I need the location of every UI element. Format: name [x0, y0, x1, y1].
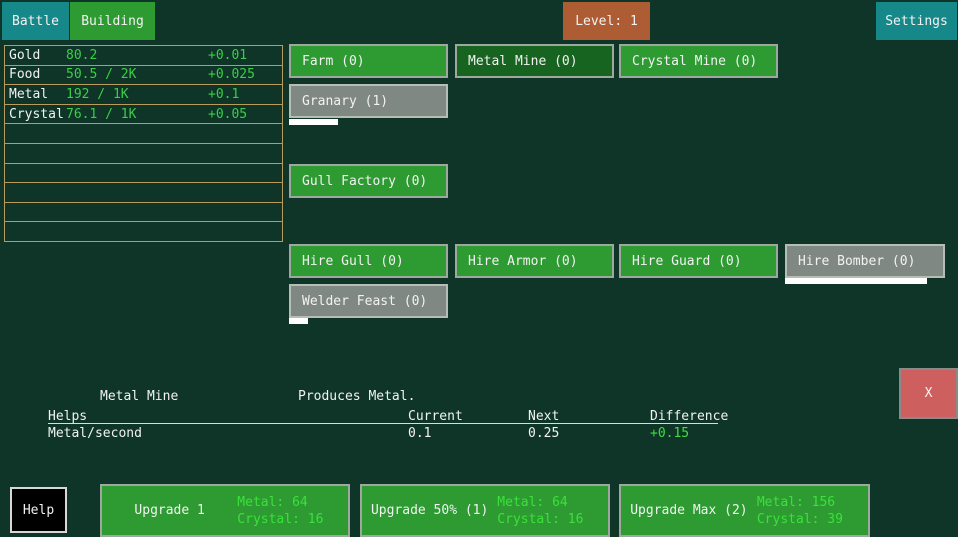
building-crystal-mine-button[interactable]: Crystal Mine (0)	[619, 44, 778, 78]
resource-table: Gold 80.2 +0.01 Food 50.5 / 2K +0.025 Me…	[4, 45, 283, 242]
settings-button[interactable]: Settings	[876, 2, 957, 40]
resource-row-metal: Metal 192 / 1K +0.1	[5, 85, 282, 105]
resource-row-gold: Gold 80.2 +0.01	[5, 46, 282, 66]
resource-name: Crystal	[5, 107, 66, 122]
upgrade-max-costs: Metal: 156 Crystal: 39	[757, 486, 868, 535]
resource-row-empty	[5, 124, 282, 144]
resource-row-empty	[5, 144, 282, 164]
granary-progress-bar	[289, 119, 448, 125]
detail-header-next: Next	[528, 409, 559, 424]
building-metal-mine-button[interactable]: Metal Mine (0)	[455, 44, 614, 78]
upgrade-cost-crystal: Crystal: 39	[757, 511, 868, 528]
upgrade-50pct-costs: Metal: 64 Crystal: 16	[497, 486, 608, 535]
building-farm-button[interactable]: Farm (0)	[289, 44, 448, 78]
building-granary-button[interactable]: Granary (1)	[289, 84, 448, 118]
upgrade-50pct-button[interactable]: Upgrade 50% (1) Metal: 64 Crystal: 16	[360, 484, 610, 537]
resource-row-empty	[5, 183, 282, 203]
upgrade-cost-metal: Metal: 156	[757, 494, 868, 511]
resource-rate: +0.05	[208, 107, 247, 122]
upgrade-cost-metal: Metal: 64	[237, 494, 348, 511]
upgrade-1-label: Upgrade 1	[102, 486, 237, 535]
close-button[interactable]: X	[899, 368, 958, 419]
resource-row-crystal: Crystal 76.1 / 1K +0.05	[5, 105, 282, 125]
upgrade-cost-crystal: Crystal: 16	[237, 511, 348, 528]
detail-row-difference: +0.15	[650, 426, 689, 441]
welder-feast-progress-bar	[289, 318, 448, 324]
detail-header-helps: Helps	[48, 409, 87, 424]
hire-armor-button[interactable]: Hire Armor (0)	[455, 244, 614, 278]
detail-header-difference: Difference	[650, 409, 728, 424]
resource-value: 76.1 / 1K	[66, 107, 208, 122]
hire-bomber-progress-fill	[785, 278, 927, 284]
detail-title: Metal Mine	[100, 389, 178, 404]
upgrade-max-label: Upgrade Max (2)	[621, 486, 757, 535]
welder-feast-progress-fill	[289, 318, 308, 324]
welder-feast-button[interactable]: Welder Feast (0)	[289, 284, 448, 318]
upgrade-1-costs: Metal: 64 Crystal: 16	[237, 486, 348, 535]
detail-header-current: Current	[408, 409, 463, 424]
tab-building[interactable]: Building	[70, 2, 155, 40]
resource-name: Gold	[5, 48, 66, 63]
resource-row-empty	[5, 203, 282, 223]
resource-row-empty	[5, 164, 282, 184]
building-gull-factory-button[interactable]: Gull Factory (0)	[289, 164, 448, 198]
resource-row-food: Food 50.5 / 2K +0.025	[5, 66, 282, 86]
upgrade-50pct-label: Upgrade 50% (1)	[362, 486, 497, 535]
detail-row-next: 0.25	[528, 426, 559, 441]
level-indicator[interactable]: Level: 1	[563, 2, 650, 40]
hire-guard-button[interactable]: Hire Guard (0)	[619, 244, 778, 278]
upgrade-max-button[interactable]: Upgrade Max (2) Metal: 156 Crystal: 39	[619, 484, 870, 537]
hire-bomber-progress-bar	[785, 278, 945, 284]
upgrade-cost-crystal: Crystal: 16	[497, 511, 608, 528]
resource-value: 192 / 1K	[66, 87, 208, 102]
upgrade-1-button[interactable]: Upgrade 1 Metal: 64 Crystal: 16	[100, 484, 350, 537]
resource-rate: +0.025	[208, 67, 255, 82]
resource-value: 50.5 / 2K	[66, 67, 208, 82]
tab-battle[interactable]: Battle	[2, 2, 69, 40]
resource-name: Metal	[5, 87, 66, 102]
resource-name: Food	[5, 67, 66, 82]
resource-value: 80.2	[66, 48, 208, 63]
hire-bomber-button[interactable]: Hire Bomber (0)	[785, 244, 945, 278]
granary-progress-fill	[289, 119, 338, 125]
resource-row-empty	[5, 222, 282, 241]
game-screen: Battle Building Level: 1 Settings Gold 8…	[0, 0, 958, 537]
detail-row-stat: Metal/second	[48, 426, 142, 441]
detail-description: Produces Metal.	[298, 389, 415, 404]
hire-gull-button[interactable]: Hire Gull (0)	[289, 244, 448, 278]
detail-header-underline	[48, 423, 718, 424]
resource-rate: +0.01	[208, 48, 247, 63]
resource-rate: +0.1	[208, 87, 239, 102]
help-button[interactable]: Help	[10, 487, 67, 533]
detail-row-current: 0.1	[408, 426, 431, 441]
upgrade-cost-metal: Metal: 64	[497, 494, 608, 511]
